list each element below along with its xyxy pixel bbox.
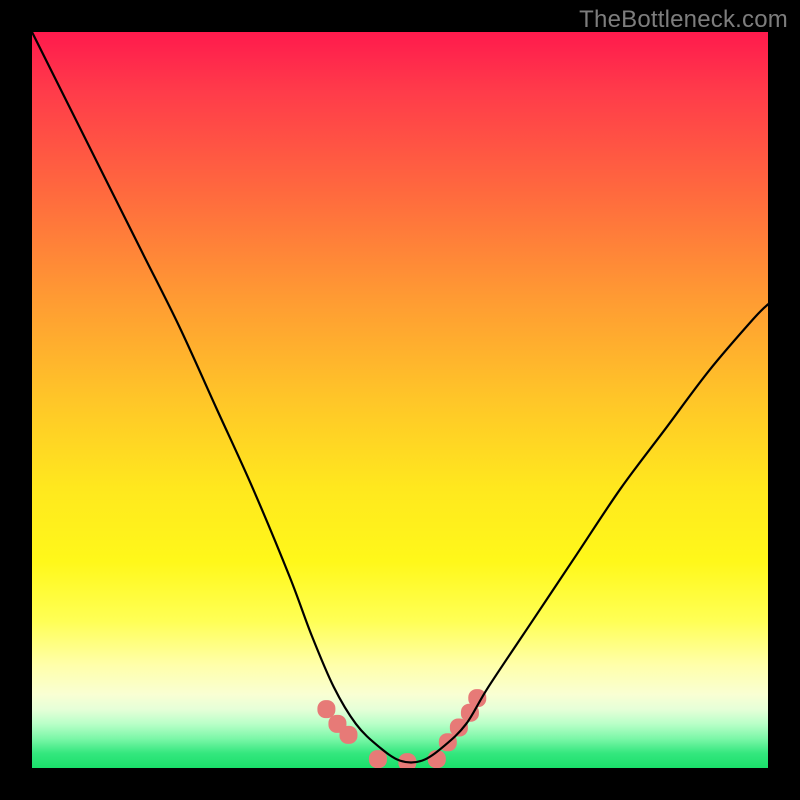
min-marker (317, 700, 335, 718)
watermark-text: TheBottleneck.com (579, 6, 788, 34)
bottleneck-curve (32, 32, 768, 762)
min-marker (369, 750, 387, 768)
min-markers-group (317, 689, 486, 768)
chart-svg (32, 32, 768, 768)
chart-frame: TheBottleneck.com (0, 0, 800, 800)
plot-area (32, 32, 768, 768)
min-marker (339, 726, 357, 744)
